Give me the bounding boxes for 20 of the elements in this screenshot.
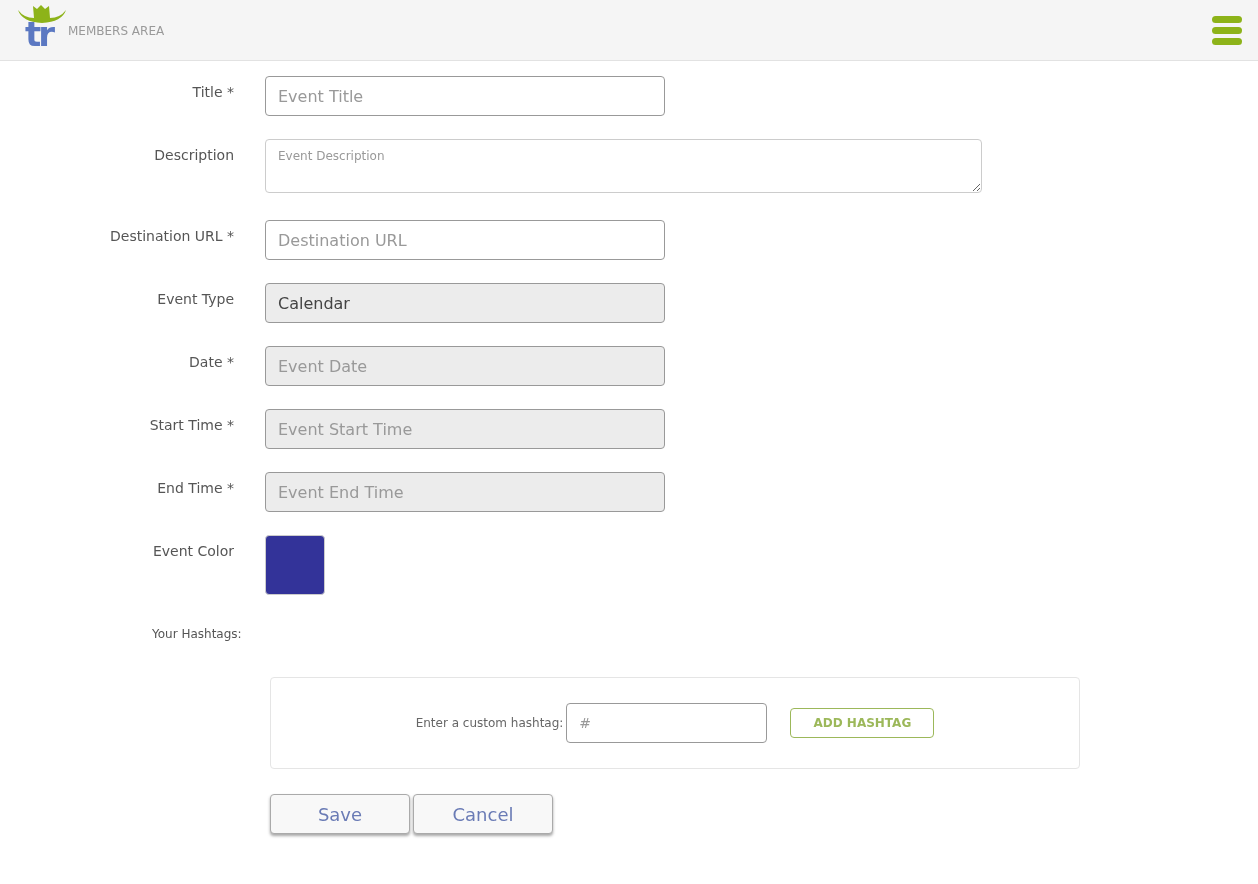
hashtag-field[interactable]: # — [566, 703, 768, 743]
site-title: MEMBERS AREA — [68, 24, 165, 38]
form-button[interactable]: Cancel — [413, 794, 553, 834]
field-label: Title * — [191, 83, 234, 100]
input-field[interactable]: Destination URL — [265, 220, 665, 260]
hashtag-label: Enter a custom hashtag: — [415, 716, 564, 730]
color-swatch[interactable] — [265, 535, 325, 595]
field-label: Event Color — [151, 542, 234, 559]
field-label: End Time * — [156, 479, 234, 496]
field-label: Event Type — [156, 290, 234, 307]
field-label: Date * — [188, 353, 234, 370]
field-label: Description — [153, 146, 234, 163]
input-field[interactable]: Event Title — [265, 76, 665, 116]
field-label: Destination URL * — [109, 227, 234, 244]
field-label: Start Time * — [148, 416, 234, 433]
hashtags-label: Your Hashtags: — [152, 627, 243, 641]
textarea-field[interactable]: Event Description — [265, 139, 982, 193]
logo-text: tr — [25, 14, 53, 54]
add-hashtag-button[interactable]: ADD HASHTAG — [790, 708, 935, 738]
form-button[interactable]: Save — [270, 794, 410, 834]
